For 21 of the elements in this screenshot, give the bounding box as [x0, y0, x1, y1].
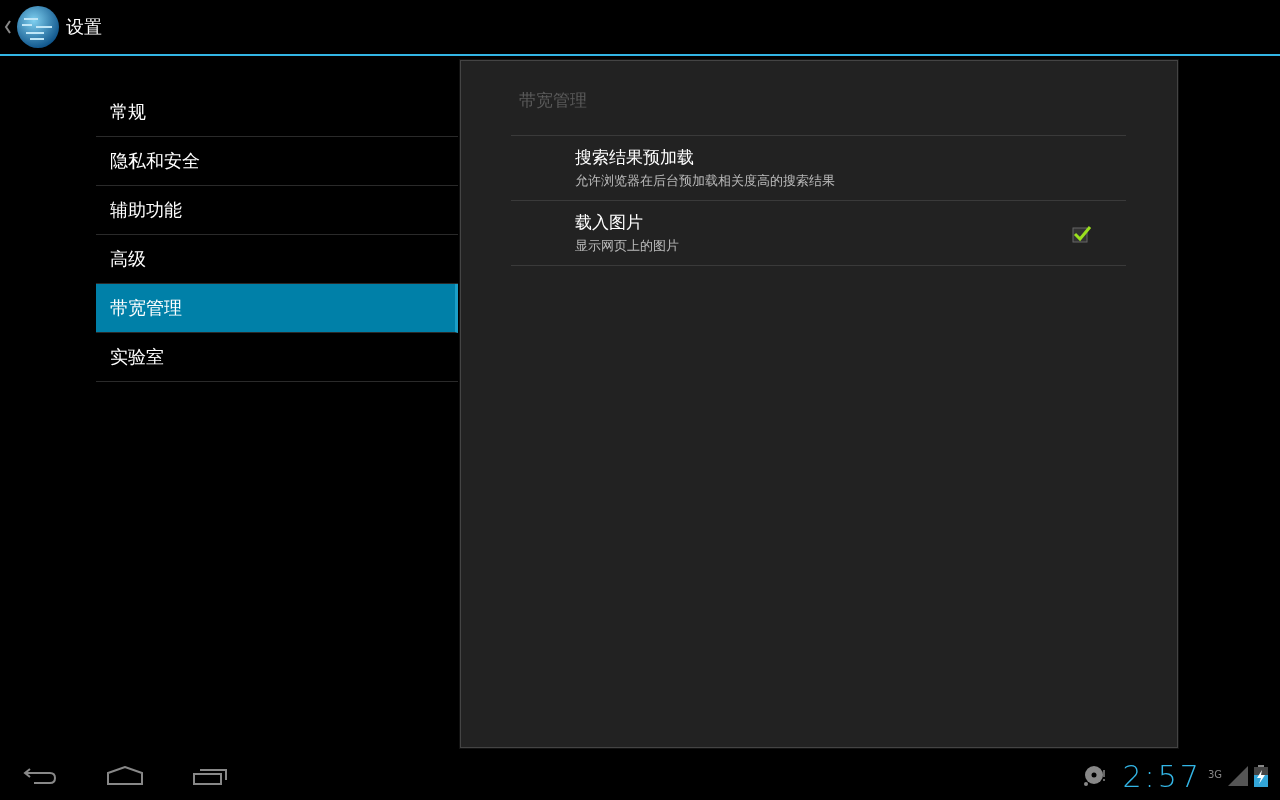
clock: 2:57 — [1122, 758, 1202, 794]
signal-icon — [1228, 766, 1248, 786]
home-icon[interactable] — [106, 766, 144, 786]
sidebar-item[interactable]: 带宽管理 — [96, 284, 458, 333]
back-icon[interactable] — [22, 766, 58, 786]
preference-summary: 显示网页上的图片 — [575, 237, 680, 255]
checkbox[interactable] — [1072, 223, 1092, 243]
back-chevron-icon[interactable] — [4, 20, 12, 34]
preference-summary: 允许浏览器在后台预加载相关度高的搜索结果 — [575, 172, 836, 190]
battery-charging-icon — [1254, 765, 1268, 787]
sidebar-item[interactable]: 隐私和安全 — [96, 137, 458, 186]
disc-icon — [1082, 765, 1107, 787]
globe-icon[interactable] — [16, 5, 60, 49]
recent-apps-icon[interactable] — [192, 766, 228, 786]
preference-title[interactable]: 搜索结果预加载 — [575, 146, 1092, 169]
sidebar-item[interactable]: 实验室 — [96, 333, 458, 382]
sidebar-item[interactable]: 辅助功能 — [96, 186, 458, 235]
screen-title: 设置 — [66, 15, 102, 39]
preference-title[interactable]: 载入图片 — [575, 211, 1072, 234]
network-type: 3G — [1207, 768, 1222, 780]
sidebar-item[interactable]: 常规 — [96, 88, 458, 137]
